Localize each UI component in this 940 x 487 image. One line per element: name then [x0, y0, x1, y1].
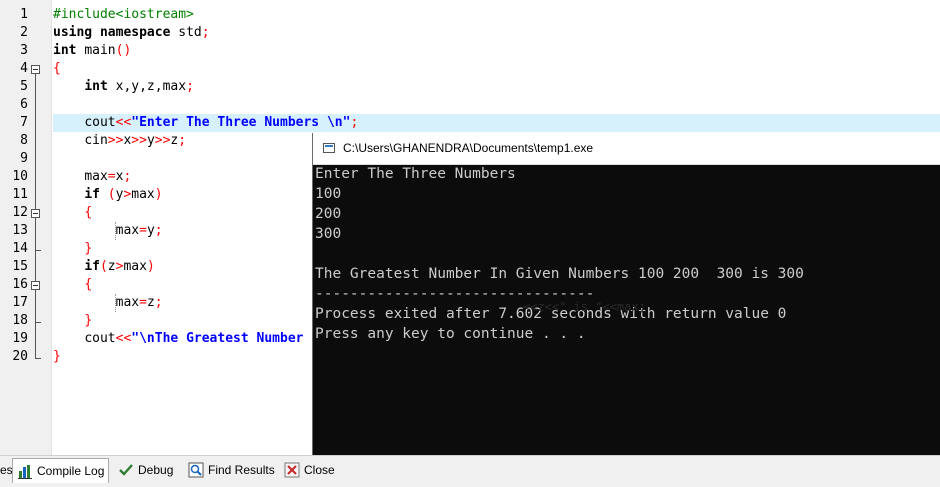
- line-number: 15: [12, 259, 28, 274]
- console-line: 100: [315, 186, 342, 202]
- code-line-current: cout<<"Enter The Three Numbers \n";: [53, 114, 940, 132]
- console-line: The Greatest Number In Given Numbers 100…: [315, 266, 804, 282]
- line-number: 20: [12, 349, 28, 364]
- console-output: Enter The Three Numbers 100 200 300 The …: [313, 164, 940, 486]
- editor-text-behind-console: <<z<<" is "<<max;: [523, 300, 646, 314]
- line-number-gutter: 1 2 3 4 5 6 7 8 9 10 11 12 13 14 15 16 1…: [0, 0, 52, 455]
- line-number: 12: [12, 205, 28, 220]
- line-number: 2: [20, 25, 28, 40]
- line-number: 18: [12, 313, 28, 328]
- fold-end-marker: [35, 358, 41, 359]
- console-line: 200: [315, 206, 342, 222]
- console-app-icon: [323, 143, 335, 153]
- code-line: int main(): [53, 43, 132, 58]
- code-line: {: [53, 61, 61, 76]
- bar-chart-icon: [18, 465, 32, 479]
- fold-end-marker: [35, 250, 41, 251]
- line-number: 19: [12, 331, 28, 346]
- indent-guide: [115, 294, 116, 312]
- line-number: 11: [12, 187, 28, 202]
- checkmark-icon: [119, 464, 133, 476]
- fold-toggle-icon[interactable]: [31, 209, 40, 218]
- line-number: 14: [12, 241, 28, 256]
- code-line: int x,y,z,max;: [84, 79, 194, 94]
- console-window[interactable]: C:\Users\GHANENDRA\Documents\temp1.exe E…: [312, 133, 940, 486]
- console-line: Enter The Three Numbers: [315, 166, 516, 182]
- line-number: 1: [20, 7, 28, 22]
- tab-compile-log[interactable]: Compile Log: [12, 458, 110, 483]
- line-number: 13: [12, 223, 28, 238]
- indent-guide: [115, 222, 116, 240]
- bottom-panel-tabs: es Compile Log Debug Find Results Close: [0, 455, 940, 487]
- code-line: #include<iostream>: [53, 7, 194, 22]
- line-number: 10: [12, 169, 28, 184]
- close-results-icon: [284, 462, 300, 478]
- code-line: using namespace std;: [53, 25, 210, 40]
- console-title-text: C:\Users\GHANENDRA\Documents\temp1.exe: [343, 141, 594, 155]
- console-line: Press any key to continue . . .: [315, 326, 586, 342]
- line-number: 9: [20, 151, 28, 166]
- tab-debug[interactable]: Debug: [114, 458, 177, 482]
- find-magnifier-icon: [188, 462, 204, 478]
- fold-toggle-icon[interactable]: [31, 281, 40, 290]
- line-number: 4: [20, 61, 28, 76]
- line-number: 3: [20, 43, 28, 58]
- line-number: 6: [20, 97, 28, 112]
- fold-end-marker: [35, 322, 41, 323]
- line-number: 16: [12, 277, 28, 292]
- console-title-bar[interactable]: C:\Users\GHANENDRA\Documents\temp1.exe: [313, 133, 940, 165]
- tab-close[interactable]: Close: [280, 458, 339, 482]
- line-number: 8: [20, 133, 28, 148]
- tab-find-results[interactable]: Find Results: [184, 458, 279, 482]
- line-number: 7: [20, 115, 28, 130]
- line-number: 5: [20, 79, 28, 94]
- console-line: 300: [315, 226, 342, 242]
- line-number: 17: [12, 295, 28, 310]
- fold-toggle-icon[interactable]: [31, 65, 40, 74]
